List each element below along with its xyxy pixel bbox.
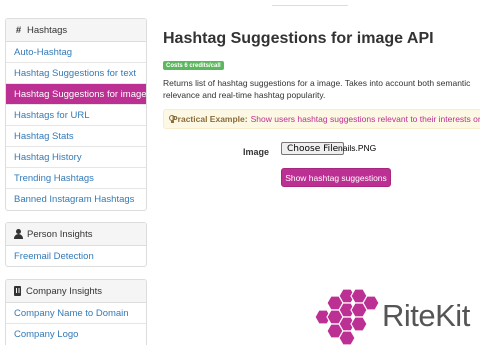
- sidebar-item-hashtag-history[interactable]: Hashtag History: [6, 147, 146, 168]
- person-insights-heading-label: Person Insights: [27, 228, 93, 240]
- sidebar-item-hashtag-stats[interactable]: Hashtag Stats: [6, 126, 146, 147]
- image-field-label: Image: [243, 147, 270, 157]
- company-insights-heading-label: Company Insights: [26, 285, 103, 297]
- page-title: Hashtag Suggestions for image API: [163, 30, 434, 47]
- top-divider: [272, 5, 348, 6]
- choose-file-button[interactable]: Choose File: [281, 142, 345, 155]
- practical-example-label: Practical Example:: [172, 114, 248, 124]
- company-insights-panel: Company Insights Company Name to Domain …: [5, 279, 147, 345]
- person-insights-panel-heading: Person Insights: [6, 223, 146, 246]
- practical-example-callout: Practical Example: Show users hashtag su…: [163, 109, 480, 129]
- sidebar-item-trending-hashtags[interactable]: Trending Hashtags: [6, 168, 146, 189]
- hashtags-panel-heading: # Hashtags: [6, 19, 146, 42]
- hashtag-icon: #: [15, 24, 22, 36]
- sidebar-item-hashtags-for-url[interactable]: Hashtags for URL: [6, 105, 146, 126]
- hashtags-panel: # Hashtags Auto-Hashtag Hashtag Suggesti…: [5, 18, 147, 211]
- show-hashtag-suggestions-button[interactable]: Show hashtag suggestions: [281, 168, 391, 187]
- selected-file-name: nails.PNG: [338, 143, 377, 153]
- ritekit-logo-text: RiteKit: [382, 298, 470, 333]
- sidebar-item-auto-hashtag[interactable]: Auto-Hashtag: [6, 42, 146, 63]
- sidebar-item-hashtag-suggestions-image[interactable]: Hashtag Suggestions for image: [6, 84, 146, 105]
- hashtags-heading-label: Hashtags: [27, 24, 68, 36]
- sidebar-item-banned-instagram-hashtags[interactable]: Banned Instagram Hashtags: [6, 189, 146, 210]
- api-description: Returns list of hashtag suggestions for …: [163, 78, 471, 100]
- company-insights-panel-heading: Company Insights: [6, 280, 146, 303]
- person-insights-panel: Person Insights Freemail Detection: [5, 222, 147, 267]
- sidebar-item-freemail-detection[interactable]: Freemail Detection: [6, 246, 146, 266]
- practical-example-text: Show users hashtag suggestions relevant …: [250, 114, 480, 124]
- user-icon: [14, 229, 23, 239]
- cost-badge: Costs 6 credits/call: [163, 61, 224, 70]
- building-icon: [14, 286, 21, 296]
- sidebar-item-hashtag-suggestions-text[interactable]: Hashtag Suggestions for text: [6, 63, 146, 84]
- sidebar-item-company-logo[interactable]: Company Logo: [6, 324, 146, 345]
- sidebar-item-company-name-to-domain[interactable]: Company Name to Domain: [6, 303, 146, 324]
- ritekit-hexagon-logo-icon: [315, 288, 379, 345]
- page: # Hashtags Auto-Hashtag Hashtag Suggesti…: [0, 0, 480, 345]
